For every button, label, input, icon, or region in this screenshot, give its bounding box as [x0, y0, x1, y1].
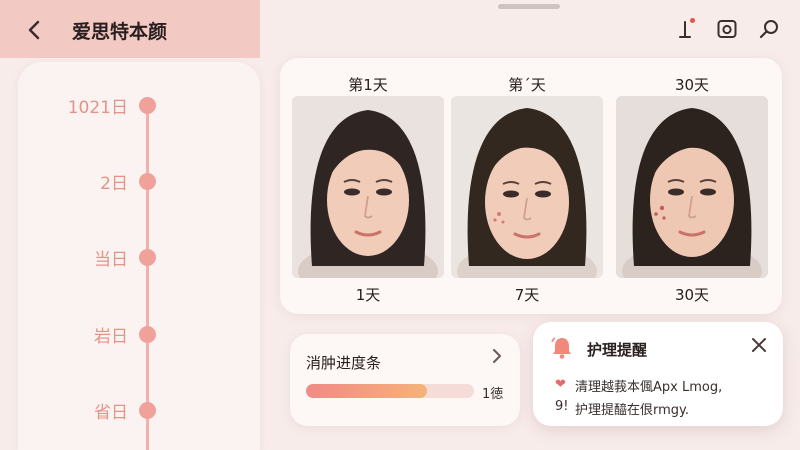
progress-value: 1徳: [482, 387, 504, 402]
timeline-item[interactable]: 岩日: [18, 322, 178, 347]
reminder-prefix: 9!: [555, 399, 569, 414]
face-photo[interactable]: [451, 96, 603, 278]
timeline-item[interactable]: 当日: [18, 245, 178, 270]
swelling-progress-card[interactable]: 消肿进度条 1徳: [290, 334, 520, 426]
timeline-label: 省日: [94, 403, 128, 423]
bell-icon: [551, 337, 571, 359]
timeline-label: 1021日: [67, 98, 128, 118]
camera-icon: [717, 20, 737, 38]
timeline-sidebar: 1021日 2日 当日 岩日 省日: [18, 62, 260, 450]
close-icon: [752, 338, 766, 352]
reminder-text-line-2: 护理提醯在佷rmgy.: [575, 403, 690, 418]
close-button[interactable]: [751, 334, 767, 358]
timeline-item[interactable]: 1021日: [18, 93, 178, 118]
photo-top-label: 第1天: [348, 76, 388, 94]
photo-column-day-1: 第1天 1天: [292, 58, 444, 314]
care-reminder-card: 护理提醒 ❤ 清理越莪本偑Apx Lmog, 9! 护理提醯在佷rmgy.: [533, 322, 783, 426]
progress-track: [306, 384, 474, 398]
app-title: 爱思特本颜: [72, 21, 168, 43]
timeline-label: 岩日: [94, 327, 128, 347]
face-photo-illustration: [616, 96, 768, 278]
timeline-dot: [139, 402, 156, 419]
top-toolbar: [672, 16, 782, 42]
drag-handle[interactable]: [498, 4, 560, 9]
progress-title: 消肿进度条: [306, 354, 382, 372]
photo-comparison-card: 第1天 1天 第ˊ天 7天 30天 30天: [280, 58, 782, 314]
photo-column-day-30: 30天 30天: [616, 58, 768, 314]
timeline-label: 当日: [94, 250, 128, 270]
timeline-label: 2日: [100, 174, 128, 194]
search-icon: [759, 20, 778, 39]
notification-badge: [690, 18, 695, 23]
face-photo-illustration: [451, 96, 603, 278]
face-photo[interactable]: [292, 96, 444, 278]
timeline-dot: [139, 249, 156, 266]
back-button[interactable]: [22, 18, 46, 42]
timeline-dot: [139, 173, 156, 190]
timeline-item[interactable]: 2日: [18, 169, 178, 194]
timeline-dot: [139, 97, 156, 114]
camera-button[interactable]: [714, 16, 740, 42]
chevron-right-icon[interactable]: [492, 348, 502, 369]
chevron-left-icon: [28, 20, 40, 40]
timeline-dot: [139, 326, 156, 343]
face-photo[interactable]: [616, 96, 768, 278]
photo-top-label: 30天: [674, 76, 710, 94]
heart-icon: ❤: [555, 377, 566, 392]
photo-bottom-label: 1天: [355, 286, 381, 304]
timeline-item[interactable]: 省日: [18, 398, 178, 423]
search-button[interactable]: [756, 16, 782, 42]
progress-fill: [306, 384, 427, 398]
notification-button[interactable]: [672, 16, 698, 42]
photo-column-day-7: 第ˊ天 7天: [451, 58, 603, 314]
header-bar: 爱思特本颜: [0, 0, 260, 58]
reminder-text-line-1: 清理越莪本偑Apx Lmog,: [575, 380, 723, 395]
photo-bottom-label: 30天: [674, 286, 710, 304]
photo-bottom-label: 7天: [514, 286, 540, 304]
photo-top-label: 第ˊ天: [508, 76, 546, 94]
reminder-title: 护理提醒: [587, 341, 648, 359]
face-photo-illustration: [292, 96, 444, 278]
